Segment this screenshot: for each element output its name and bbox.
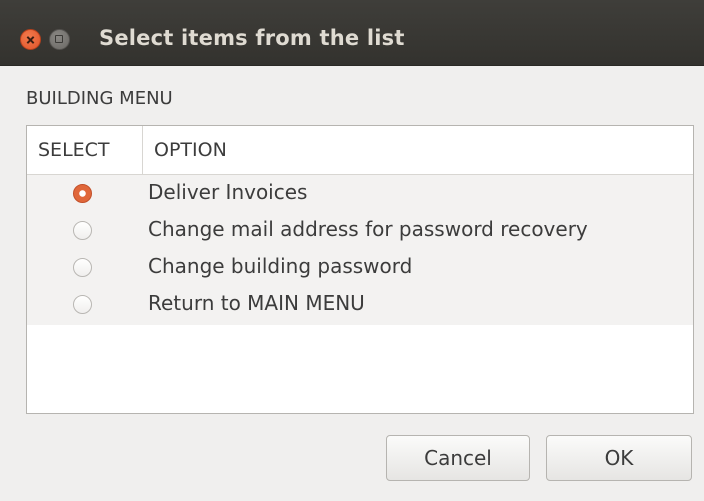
column-header-option[interactable]: OPTION [143, 126, 227, 174]
list-item[interactable]: Deliver Invoices [27, 175, 693, 212]
list-item-label: Change mail address for password recover… [148, 217, 588, 241]
list-item[interactable]: Return to MAIN MENU [27, 286, 693, 323]
list-item[interactable]: Change building password [27, 249, 693, 286]
menu-label: BUILDING MENU [26, 88, 173, 109]
list-item-label: Deliver Invoices [148, 180, 308, 204]
dialog-window: Select items from the list BUILDING MENU… [0, 0, 704, 501]
list-rows: Deliver Invoices Change mail address for… [27, 175, 693, 325]
ok-button[interactable]: OK [546, 435, 692, 481]
column-header-select[interactable]: SELECT [27, 126, 143, 174]
title-bar[interactable]: Select items from the list [0, 0, 704, 66]
list-item-label: Return to MAIN MENU [148, 291, 365, 315]
radio-selected-icon[interactable] [73, 184, 92, 203]
close-icon[interactable] [20, 29, 41, 50]
list-item-label: Change building password [148, 254, 413, 278]
radio-unselected-icon[interactable] [73, 221, 92, 240]
window-title: Select items from the list [99, 26, 405, 50]
cancel-button[interactable]: Cancel [386, 435, 530, 481]
options-list: SELECT OPTION Deliver Invoices Change ma… [26, 125, 694, 414]
radio-unselected-icon[interactable] [73, 258, 92, 277]
list-header: SELECT OPTION [27, 126, 693, 175]
radio-unselected-icon[interactable] [73, 295, 92, 314]
list-item[interactable]: Change mail address for password recover… [27, 212, 693, 249]
minimize-icon[interactable] [49, 29, 70, 50]
